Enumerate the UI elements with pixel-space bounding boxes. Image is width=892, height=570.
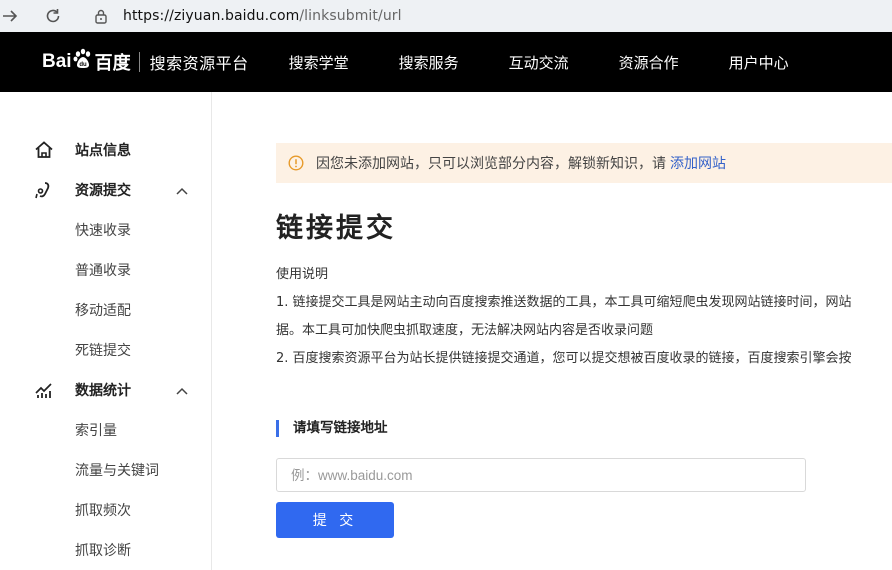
sidebar-item-fast-index[interactable]: 快速收录 [75,220,131,240]
sidebar-group-resource-submit[interactable]: 资源提交 [0,180,212,200]
sidebar-item-traffic-keywords[interactable]: 流量与关键词 [75,460,159,480]
notice-text: 因您未添加网站，只可以浏览部分内容，解锁新知识，请 [316,156,666,172]
chevron-up-icon[interactable] [175,183,189,197]
baidu-logo[interactable]: Bai du 百度 [42,48,131,76]
sidebar-label: 数据统计 [75,383,131,399]
sidebar-item-dead-link[interactable]: 死链提交 [75,340,131,360]
stats-chart-icon [34,380,54,400]
sidebar-item-normal-index[interactable]: 普通收录 [75,260,131,280]
nav-item-cooperation[interactable]: 资源合作 [619,52,679,73]
logo-text-baidu: 百度 [94,53,131,73]
url-host: https://ziyuan.baidu.com [123,8,300,24]
lock-icon[interactable] [91,6,111,26]
submit-button[interactable]: 提 交 [276,502,394,538]
forward-arrow-icon[interactable] [0,6,20,26]
page-title: 链接提交 [276,213,396,244]
sidebar-group-data-stats[interactable]: 数据统计 [0,380,212,400]
url-input[interactable] [276,458,806,492]
sidebar-item-mobile-adapt[interactable]: 移动适配 [75,300,131,320]
usage-heading: 使用说明 [276,267,329,282]
top-navigation: Bai du 百度 搜索资源平台 搜索学堂 搜索服务 互动交流 资源合作 用户中… [0,32,892,92]
sidebar-item-site-info[interactable]: 站点信息 [0,140,212,160]
nav-item-academy[interactable]: 搜索学堂 [289,52,349,73]
home-icon [34,140,54,160]
warning-icon [288,155,304,171]
sidebar: 站点信息 资源提交 快速收录 普通收录 移动适配 死链提交 数据统计 索引量 流… [0,92,212,570]
nav-items: 搜索学堂 搜索服务 互动交流 资源合作 用户中心 [289,52,839,73]
usage-line: 2. 百度搜索资源平台为站长提供链接提交通道，您可以提交想被百度收录的链接，百度… [276,351,852,366]
add-site-link[interactable]: 添加网站 [670,153,726,173]
platform-name[interactable]: 搜索资源平台 [150,50,249,74]
paw-icon: du [73,48,93,76]
sidebar-item-crawl-frequency[interactable]: 抓取频次 [75,500,131,520]
section-heading: 请填写链接地址 [276,420,388,437]
usage-line: 据。本工具可加快爬虫抓取速度，无法解决网站内容是否收录问题 [276,323,654,338]
svg-text:du: du [79,62,87,68]
logo-text-bai: Bai [42,51,72,72]
sidebar-item-index-volume[interactable]: 索引量 [75,420,117,440]
usage-line: 1. 链接提交工具是网站主动向百度搜索推送数据的工具，本工具可缩短爬虫发现网站链… [276,295,852,310]
logo-divider [138,52,140,72]
chevron-up-icon[interactable] [175,383,189,397]
reload-icon[interactable] [43,6,63,26]
sidebar-item-crawl-diagnosis[interactable]: 抓取诊断 [75,540,131,560]
url-path: /linksubmit/url [299,8,402,24]
nav-item-services[interactable]: 搜索服务 [399,52,459,73]
browser-toolbar: https://ziyuan.baidu.com/linksubmit/url [0,0,892,32]
nav-item-user-center[interactable]: 用户中心 [729,52,789,73]
address-bar[interactable]: https://ziyuan.baidu.com/linksubmit/url [123,8,402,24]
notice-banner: 因您未添加网站，只可以浏览部分内容，解锁新知识，请 添加网站 [276,143,892,183]
sidebar-label: 站点信息 [75,143,131,159]
nav-item-community[interactable]: 互动交流 [509,52,569,73]
submit-hook-icon [34,180,54,200]
sidebar-label: 资源提交 [75,183,131,199]
